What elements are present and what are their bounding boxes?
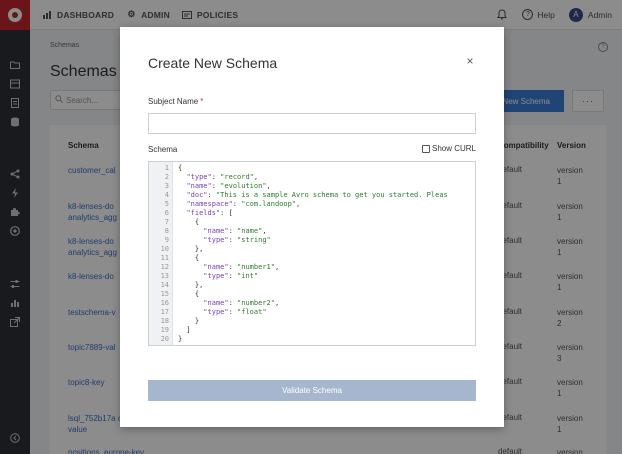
line-number: 3 <box>164 182 169 190</box>
line-number: 7 <box>164 218 169 226</box>
code-line[interactable]: "type": "float" <box>178 308 448 317</box>
line-number: 13 <box>160 272 169 280</box>
code-line[interactable]: "name": "number1", <box>178 263 448 272</box>
line-number: 9 <box>164 236 169 244</box>
subject-name-input[interactable] <box>148 113 476 134</box>
line-number: 19 <box>160 326 169 334</box>
dialog-title: Create New Schema <box>148 55 278 71</box>
line-number: 11 <box>160 254 169 262</box>
line-number: 15 <box>160 290 169 298</box>
schema-label: Schema <box>148 145 178 154</box>
code-line[interactable]: "type": "int" <box>178 272 448 281</box>
schema-code[interactable]: { "type": "record", "name": "evolution",… <box>173 162 448 345</box>
line-number: 8 <box>164 227 169 235</box>
show-curl-label: Show CURL <box>431 144 476 153</box>
show-curl-checkbox[interactable] <box>421 144 430 153</box>
line-number: 16 <box>160 299 169 307</box>
subject-name-label-text: Subject Name <box>148 97 199 106</box>
code-line[interactable]: "name": "name", <box>178 227 448 236</box>
subject-name-label: Subject Name * <box>148 97 203 106</box>
line-number: 2 <box>164 173 169 181</box>
code-line[interactable]: { <box>178 164 448 173</box>
code-line[interactable]: "namespace": "com.landoop", <box>178 200 448 209</box>
validate-schema-button[interactable]: Validate Schema <box>148 380 476 401</box>
code-line[interactable]: { <box>178 254 448 263</box>
code-line[interactable]: "type": "record", <box>178 173 448 182</box>
required-mark: * <box>200 97 204 106</box>
close-button[interactable]: × <box>464 54 476 68</box>
code-line[interactable]: "name": "evolution", <box>178 182 448 191</box>
line-number: 18 <box>160 317 169 325</box>
code-line[interactable]: }, <box>178 281 448 290</box>
line-number: 17 <box>160 308 169 316</box>
line-number-gutter: 1 2 3 4 5 6 7 8 9 10 11 12 13 14 15 16 17 18 19 20 <box>149 162 173 345</box>
code-line[interactable]: } <box>178 335 448 344</box>
code-line[interactable]: "name": "number2", <box>178 299 448 308</box>
code-line[interactable]: { <box>178 218 448 227</box>
line-number: 20 <box>160 335 169 343</box>
line-number: 12 <box>160 263 169 271</box>
line-number: 1 <box>164 164 169 172</box>
line-number: 10 <box>160 245 169 253</box>
code-line[interactable]: "doc": "This is a sample Avro schema to … <box>178 191 447 200</box>
code-line[interactable]: "type": "string" <box>178 236 448 245</box>
line-number: 6 <box>164 209 169 217</box>
create-schema-dialog: Create New Schema × Subject Name * Schema… <box>120 27 504 427</box>
line-number: 14 <box>160 281 169 289</box>
schema-code-editor[interactable]: 1 2 3 4 5 6 7 8 9 10 11 12 13 14 15 16 17 18 19 20 { "type"… <box>148 161 476 346</box>
line-number: 4 <box>164 191 169 199</box>
code-line[interactable]: }, <box>178 245 448 254</box>
line-number: 5 <box>164 200 169 208</box>
show-curl-toggle[interactable]: Show CURL <box>421 144 476 153</box>
code-line[interactable]: { <box>178 290 448 299</box>
code-line[interactable]: "fields": [ <box>178 209 448 218</box>
code-line[interactable]: ] <box>178 326 448 335</box>
code-line[interactable]: } <box>178 317 448 326</box>
